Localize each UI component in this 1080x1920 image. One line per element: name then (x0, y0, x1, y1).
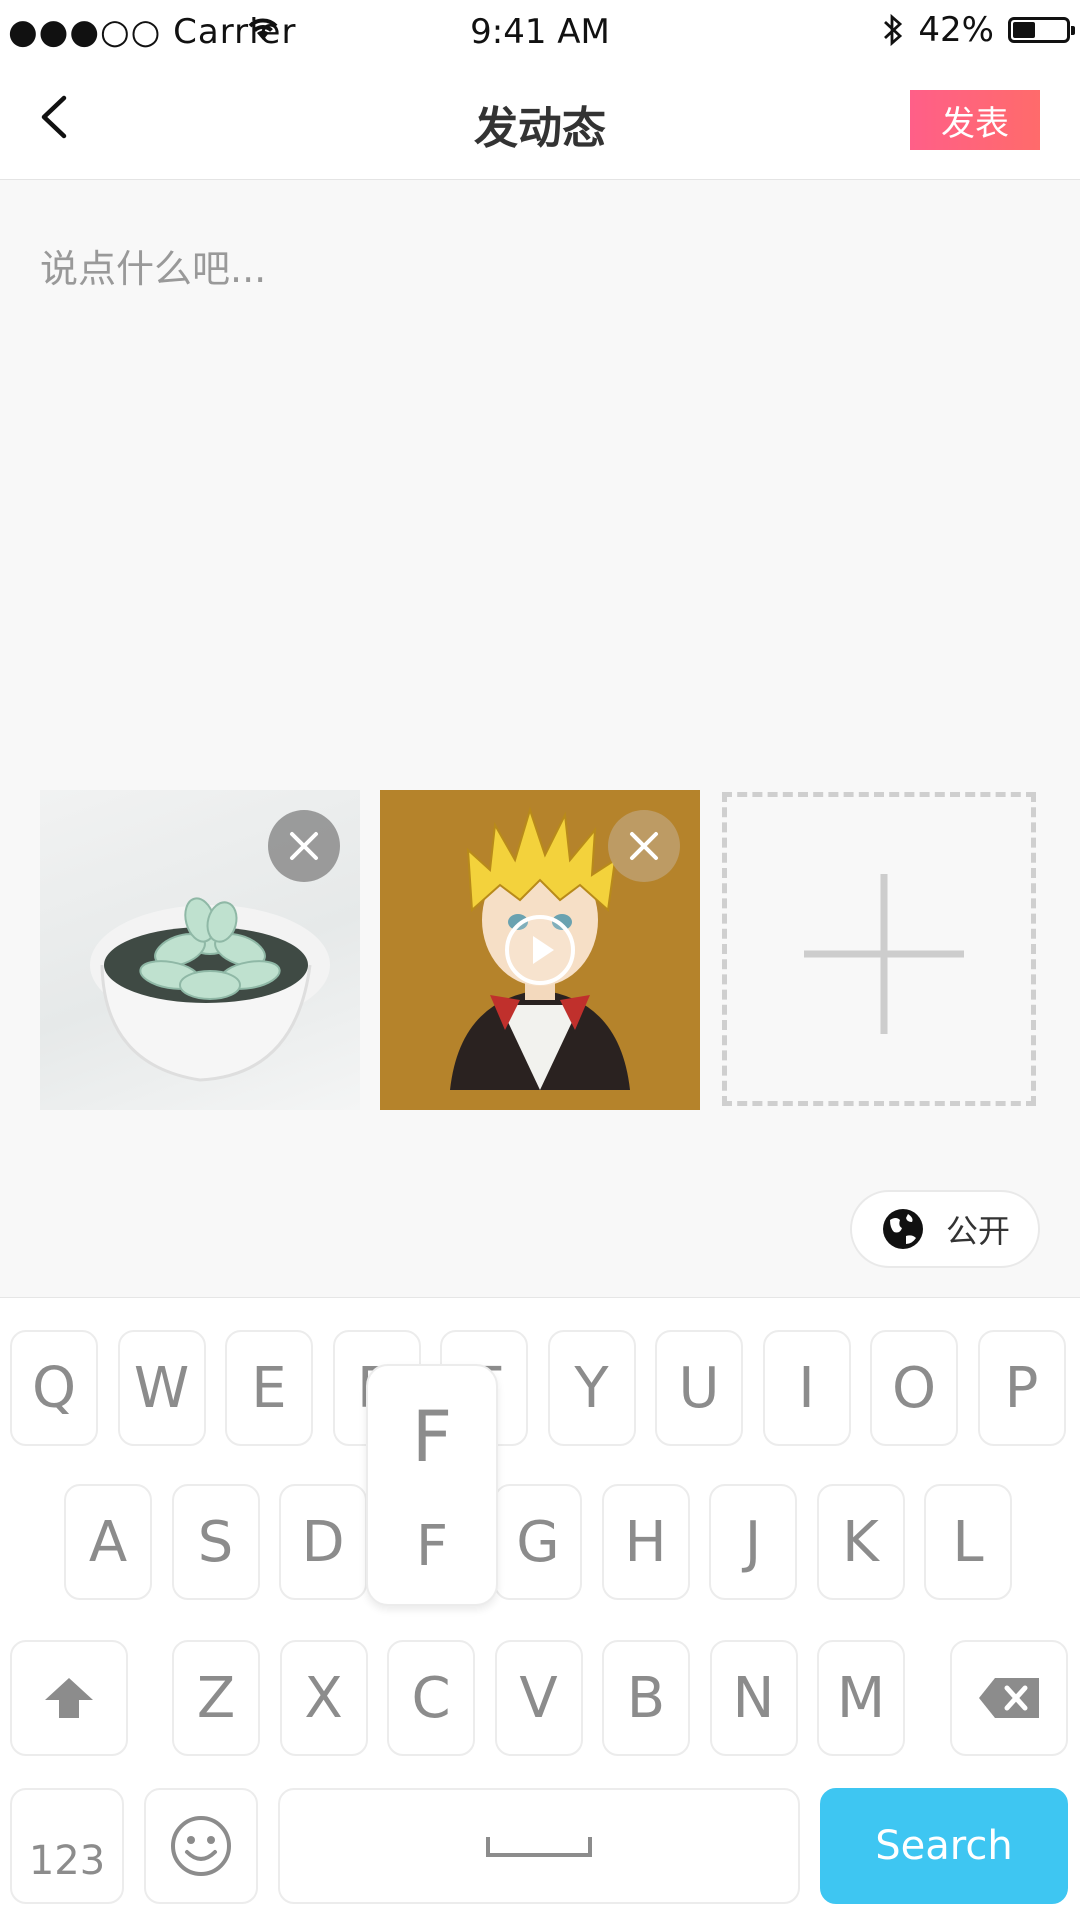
video-thumbnail[interactable] (380, 790, 700, 1110)
visibility-label: 公开 (946, 1212, 1011, 1250)
post-composer-screen: ●●●○○ Carrier 9:41 AM 42% 发动态 发表 说点什么吧..… (0, 0, 1080, 1920)
add-media-button[interactable] (722, 792, 1036, 1106)
visibility-button[interactable]: 公开 (850, 1190, 1040, 1268)
status-bar: ●●●○○ Carrier 9:41 AM 42% (0, 0, 1080, 58)
media-grid (40, 790, 1040, 1110)
nav-bar: 发动态 发表 (0, 58, 1080, 180)
key-n[interactable]: N (709, 1640, 798, 1756)
battery-icon (1008, 17, 1075, 43)
plus-icon (804, 874, 964, 1034)
key-m[interactable]: M (817, 1640, 905, 1756)
backspace-icon (979, 1678, 1039, 1718)
key-q[interactable]: Q (10, 1330, 98, 1446)
post-text-input[interactable] (40, 238, 1040, 738)
shift-icon (45, 1678, 93, 1718)
photo-thumbnail[interactable] (40, 790, 360, 1110)
key-g[interactable]: G (494, 1484, 582, 1600)
remove-photo-button[interactable] (268, 810, 340, 882)
key-o[interactable]: O (870, 1330, 958, 1446)
key-k[interactable]: K (816, 1484, 905, 1600)
key-v[interactable]: V (494, 1640, 583, 1756)
shift-key[interactable] (10, 1640, 128, 1756)
emoji-icon (171, 1816, 231, 1876)
key-p[interactable]: P (977, 1330, 1066, 1446)
space-key[interactable] (278, 1788, 800, 1904)
status-right: 42% (882, 10, 1075, 50)
key-c[interactable]: C (387, 1640, 475, 1756)
key-u[interactable]: U (655, 1330, 743, 1446)
globe-icon (883, 1209, 923, 1249)
key-press-popup: F F (366, 1364, 498, 1606)
battery-percent: 42% (918, 10, 994, 50)
key-l[interactable]: L (924, 1484, 1012, 1600)
key-w[interactable]: W (117, 1330, 206, 1446)
popup-letter: F (411, 1396, 453, 1478)
close-icon (630, 832, 658, 860)
key-x[interactable]: X (279, 1640, 368, 1756)
key-i[interactable]: I (762, 1330, 851, 1446)
publish-button[interactable]: 发表 (910, 90, 1040, 150)
key-s[interactable]: S (171, 1484, 260, 1600)
key-z[interactable]: Z (172, 1640, 260, 1756)
close-icon (290, 832, 318, 860)
popup-key-base: F (415, 1513, 449, 1579)
key-a[interactable]: A (64, 1484, 152, 1600)
numbers-key[interactable]: 123 (10, 1788, 124, 1904)
key-b[interactable]: B (602, 1640, 690, 1756)
key-h[interactable]: H (601, 1484, 690, 1600)
battery-fill (1013, 22, 1035, 38)
emoji-key[interactable] (144, 1788, 258, 1904)
bluetooth-icon (884, 13, 903, 47)
key-e[interactable]: E (225, 1330, 313, 1446)
backspace-key[interactable] (950, 1640, 1068, 1756)
keyboard: Search123MNBVCXZLKJHGFDSAPOIUYTREWQ F F (0, 1297, 1080, 1920)
space-icon (486, 1837, 592, 1857)
key-y[interactable]: Y (547, 1330, 636, 1446)
play-icon[interactable] (504, 914, 576, 986)
remove-video-button[interactable] (608, 810, 680, 882)
key-j[interactable]: J (709, 1484, 797, 1600)
key-d[interactable]: D (279, 1484, 367, 1600)
search-key[interactable]: Search (820, 1788, 1068, 1904)
